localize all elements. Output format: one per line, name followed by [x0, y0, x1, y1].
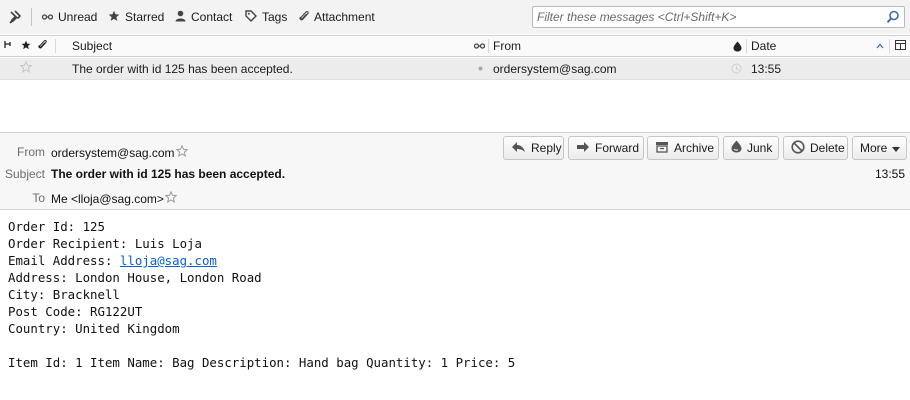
unread-icon — [41, 10, 54, 24]
contact-icon — [175, 10, 186, 25]
delete-button[interactable]: Delete — [783, 136, 848, 160]
archive-button[interactable]: Archive — [647, 136, 719, 160]
subject-column-header[interactable]: Subject — [72, 36, 112, 56]
search-icon[interactable] — [886, 10, 900, 27]
date-column-header[interactable]: Date — [751, 36, 776, 56]
message-header-pane: From ordersystem@sag.com Subject The ord… — [0, 133, 910, 210]
read-status-dot-icon[interactable] — [478, 58, 483, 79]
column-picker-icon — [895, 39, 906, 53]
body-line-postcode: Post Code: RG122UT — [8, 304, 143, 319]
pin-filter-icon[interactable] — [8, 9, 24, 28]
to-header-value[interactable]: Me <lloja@sag.com> — [51, 190, 178, 206]
junk-button[interactable]: Junk — [723, 136, 779, 160]
column-divider — [55, 39, 56, 53]
attachment-filter-label: Attachment — [314, 10, 375, 24]
unread-filter-button[interactable]: Unread — [41, 9, 98, 25]
archive-icon — [655, 141, 669, 156]
forward-label: Forward — [595, 141, 640, 155]
body-line-city: City: Bracknell — [8, 287, 120, 302]
column-picker-button[interactable] — [895, 36, 906, 56]
paperclip-icon — [299, 10, 309, 25]
attachment-column-header[interactable] — [38, 36, 47, 56]
row-star-toggle[interactable] — [19, 58, 33, 79]
subject-header-label: Subject — [4, 167, 45, 181]
starred-column-header[interactable] — [21, 36, 31, 56]
delete-label: Delete — [810, 141, 845, 155]
starred-filter-label: Starred — [125, 10, 165, 24]
toolbar-separator — [31, 8, 32, 26]
message-filter-box — [532, 6, 905, 28]
from-column-label: From — [493, 39, 521, 53]
message-time: 13:55 — [875, 167, 906, 181]
body-line-email: Email Address: lloja@sag.com — [8, 252, 898, 269]
more-button[interactable]: More — [852, 136, 907, 160]
subject-header-value: The order with id 125 has been accepted. — [51, 167, 286, 181]
from-header-value[interactable]: ordersystem@sag.com — [51, 144, 189, 160]
forward-icon — [576, 141, 590, 156]
archive-label: Archive — [674, 141, 715, 155]
body-line-recipient: Order Recipient: Luis Loja — [8, 236, 202, 251]
delete-icon — [791, 139, 805, 157]
contact-filter-label: Contact — [191, 10, 233, 24]
thread-icon — [4, 39, 12, 53]
column-divider — [488, 39, 489, 53]
attachment-column-icon — [38, 39, 47, 53]
add-contact-star-icon[interactable] — [164, 190, 178, 206]
reply-button[interactable]: Reply — [503, 136, 564, 160]
empty-star-icon — [19, 60, 33, 76]
contact-filter-button[interactable]: Contact — [175, 9, 232, 25]
message-list-row[interactable]: The order with id 125 has been accepted.… — [0, 58, 910, 80]
to-header-label: To — [32, 191, 45, 205]
thread-column-header: Subject From Date — [0, 35, 910, 57]
reply-icon — [511, 141, 526, 156]
chevron-down-icon — [892, 141, 901, 155]
tag-icon — [245, 9, 257, 25]
body-line-item: Item Id: 1 Item Name: Bag Description: H… — [8, 355, 516, 370]
row-subject: The order with id 125 has been accepted. — [72, 61, 293, 76]
tags-filter-label: Tags — [262, 10, 288, 24]
from-header-label: From — [17, 145, 45, 159]
star-column-icon — [21, 39, 31, 53]
star-icon — [108, 10, 120, 25]
body-line-order-id: Order Id: 125 — [8, 219, 105, 234]
body-line-country: Country: United Kingdom — [8, 321, 180, 336]
add-contact-star-icon[interactable] — [175, 144, 189, 160]
row-date: 13:55 — [751, 61, 782, 76]
more-label: More — [860, 141, 888, 155]
message-filter-input[interactable] — [537, 9, 877, 25]
junk-label: Junk — [747, 141, 773, 155]
thread-column-picker[interactable] — [4, 36, 12, 56]
body-line-address: Address: London House, London Road — [8, 270, 262, 285]
message-body: Order Id: 125 Order Recipient: Luis Loja E… — [8, 218, 898, 371]
email-link[interactable]: lloja@sag.com — [120, 253, 217, 268]
column-divider — [889, 39, 890, 53]
junk-column-icon[interactable] — [733, 36, 742, 56]
reply-label: Reply — [531, 141, 562, 155]
to-address[interactable]: Me <lloja@sag.com> — [51, 192, 164, 206]
date-column-label: Date — [751, 39, 777, 53]
unread-filter-label: Unread — [58, 10, 98, 24]
subject-column-label: Subject — [72, 39, 113, 53]
row-from: ordersystem@sag.com — [493, 61, 617, 76]
sort-ascending-icon[interactable] — [876, 36, 884, 56]
attachment-filter-button[interactable]: Attachment — [299, 9, 375, 25]
from-address[interactable]: ordersystem@sag.com — [51, 146, 175, 160]
tags-filter-button[interactable]: Tags — [245, 9, 287, 25]
from-column-header[interactable]: From — [493, 36, 521, 56]
forward-button[interactable]: Forward — [568, 136, 644, 160]
quick-filter-bar: Unread Starred Contact Tags Attachment — [0, 0, 910, 34]
body-blank-line — [8, 337, 898, 354]
junk-icon — [731, 140, 742, 156]
starred-filter-button[interactable]: Starred — [108, 9, 164, 25]
correspondents-column-icon[interactable] — [474, 36, 485, 56]
email-prefix: Email Address: — [8, 253, 120, 268]
row-junk-status-icon[interactable] — [731, 58, 742, 79]
column-divider — [746, 39, 747, 53]
